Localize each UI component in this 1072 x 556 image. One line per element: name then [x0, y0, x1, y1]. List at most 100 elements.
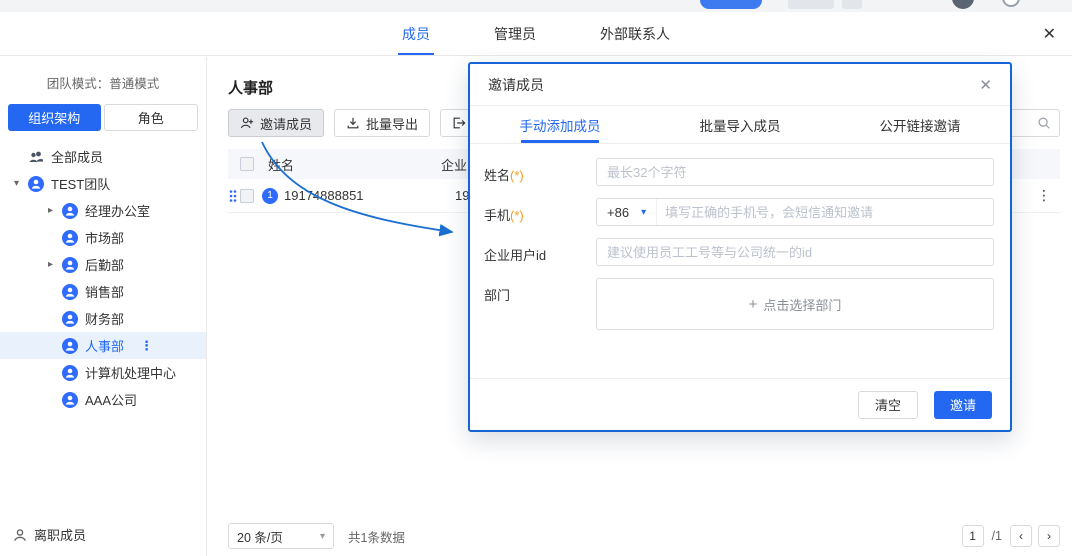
select-department-label: 点击选择部门: [763, 295, 841, 314]
batch-export-label: 批量导出: [366, 114, 418, 133]
tree-item-label: 市场部: [85, 228, 124, 247]
modal-footer: 清空 邀请: [470, 378, 1010, 430]
tree-item-logistics[interactable]: ▸ 后勤部: [0, 251, 206, 278]
dept-icon: [62, 284, 78, 300]
form-row-userid: 企业用户id: [484, 238, 994, 266]
plus-icon: +: [749, 296, 758, 313]
tree-item-label: 人事部: [85, 336, 124, 355]
cropped-top-toolbar: [0, 0, 1072, 12]
tab-public-link[interactable]: 公开链接邀请: [830, 106, 1010, 143]
tab-manual-add-label: 手动添加成员: [520, 115, 601, 135]
cropped-add-icon[interactable]: [1002, 0, 1020, 7]
caret-down-icon: ▾: [320, 531, 325, 542]
country-code-select[interactable]: +86 ▾: [597, 199, 657, 225]
dept-icon: [62, 311, 78, 327]
next-page-button[interactable]: ›: [1038, 525, 1060, 547]
tab-admins-label: 管理员: [494, 24, 536, 44]
batch-export-button[interactable]: 批量导出: [334, 109, 430, 137]
tree-item-computer-center[interactable]: 计算机处理中心: [0, 359, 206, 386]
row-more-icon[interactable]: ⋮: [1037, 187, 1052, 204]
sidebar-segment-buttons: 组织架构 角色: [8, 104, 198, 131]
tree-item-finance[interactable]: 财务部: [0, 305, 206, 332]
tree-item-test-team[interactable]: ▾ TEST团队: [0, 170, 206, 197]
cropped-toolbar-button[interactable]: [788, 0, 834, 9]
resigned-person-icon: [12, 527, 28, 543]
tab-members[interactable]: 成员: [398, 12, 434, 55]
tab-batch-import[interactable]: 批量导入成员: [650, 106, 830, 143]
tree-item-label: 计算机处理中心: [85, 363, 176, 382]
tree-item-all-members[interactable]: 全部成员: [0, 143, 206, 170]
enterprise-userid-field[interactable]: [596, 238, 994, 266]
phone-label: 手机(*): [484, 198, 596, 226]
tab-admins[interactable]: 管理员: [490, 12, 540, 55]
search-icon[interactable]: [1037, 116, 1051, 130]
select-all-checkbox[interactable]: [240, 157, 254, 171]
tree-item-sales[interactable]: 销售部: [0, 278, 206, 305]
phone-field[interactable]: [657, 205, 993, 220]
move-out-icon: [452, 116, 466, 130]
avatar: 1: [262, 188, 278, 204]
total-count-label: 共1条数据: [348, 527, 405, 546]
page-size-select[interactable]: 20 条/页 ▾: [228, 523, 334, 549]
select-department-button[interactable]: + 点击选择部门: [596, 278, 994, 330]
phone-input-group: +86 ▾: [596, 198, 994, 226]
caret-down-icon[interactable]: ▾: [14, 178, 28, 189]
pager: 1 /1 ‹ ›: [962, 525, 1060, 547]
dept-icon: [62, 203, 78, 219]
name-field[interactable]: [596, 158, 994, 186]
prev-page-button[interactable]: ‹: [1010, 525, 1032, 547]
more-icon[interactable]: ⋮: [140, 338, 154, 354]
department-label: 部门: [484, 278, 596, 330]
modal-close-icon[interactable]: ✕: [979, 76, 992, 94]
member-name: 19174888851: [284, 188, 364, 203]
roles-button[interactable]: 角色: [104, 104, 199, 131]
cropped-avatar[interactable]: [952, 0, 974, 9]
tab-manual-add[interactable]: 手动添加成员: [470, 106, 650, 143]
org-structure-button[interactable]: 组织架构: [8, 104, 101, 131]
close-icon[interactable]: ✕: [1043, 24, 1056, 44]
cropped-toolbar-button-2[interactable]: [842, 0, 862, 9]
tab-external-contacts-label: 外部联系人: [600, 24, 670, 44]
drag-handle-icon[interactable]: [229, 189, 237, 202]
row-checkbox[interactable]: [240, 189, 254, 203]
caret-right-icon[interactable]: ▸: [48, 205, 62, 216]
page-size-value: 20 条/页: [237, 527, 283, 546]
tree-item-label: 财务部: [85, 309, 124, 328]
header-name: 姓名: [268, 155, 441, 174]
invite-member-modal: 邀请成员 ✕ 手动添加成员 批量导入成员 公开链接邀请 姓名(*) 手机(*) …: [468, 62, 1012, 432]
invite-member-button[interactable]: 邀请成员: [228, 109, 324, 137]
page-title: 人事部: [228, 77, 273, 98]
top-tab-bar: 成员 管理员 外部联系人 ✕: [0, 12, 1072, 56]
tree-item-marketing[interactable]: 市场部: [0, 224, 206, 251]
dept-icon: [62, 257, 78, 273]
tree-item-aaa-company[interactable]: AAA公司: [0, 386, 206, 413]
name-label: 姓名(*): [484, 158, 596, 186]
enterprise-userid-label: 企业用户id: [484, 238, 596, 266]
org-tree: 全部成员 ▾ TEST团队 ▸ 经理办公室 市场部 ▸ 后勤部: [0, 143, 206, 413]
invite-member-label: 邀请成员: [260, 114, 312, 133]
current-page-box[interactable]: 1: [962, 525, 984, 547]
modal-body: 姓名(*) 手机(*) +86 ▾ 企业用户id: [470, 144, 1010, 378]
tab-external-contacts[interactable]: 外部联系人: [596, 12, 674, 55]
tree-item-label: TEST团队: [51, 174, 110, 193]
clear-button[interactable]: 清空: [858, 391, 918, 419]
resigned-members-item[interactable]: 离职成员: [0, 525, 206, 544]
tree-item-hr-selected[interactable]: 人事部 ⋮: [0, 332, 206, 359]
required-mark: (*): [510, 168, 524, 183]
phone-label-text: 手机: [484, 208, 510, 223]
tree-item-label: 经理办公室: [85, 201, 150, 220]
member-group-icon: [28, 176, 44, 192]
invite-button[interactable]: 邀请: [934, 391, 992, 419]
resigned-members-label: 离职成员: [34, 525, 86, 544]
country-code-value: +86: [607, 205, 629, 220]
pagination: 20 条/页 ▾ 共1条数据 1 /1 ‹ ›: [228, 522, 1060, 550]
tree-item-label: 销售部: [85, 282, 124, 301]
form-row-name: 姓名(*): [484, 158, 994, 186]
cropped-primary-button[interactable]: [700, 0, 762, 9]
dept-icon: [62, 230, 78, 246]
tab-batch-import-label: 批量导入成员: [700, 115, 781, 135]
caret-right-icon[interactable]: ▸: [48, 259, 62, 270]
tree-item-label: AAA公司: [85, 390, 137, 409]
cell-name: 1 19174888851: [262, 188, 455, 204]
tree-item-manager-office[interactable]: ▸ 经理办公室: [0, 197, 206, 224]
